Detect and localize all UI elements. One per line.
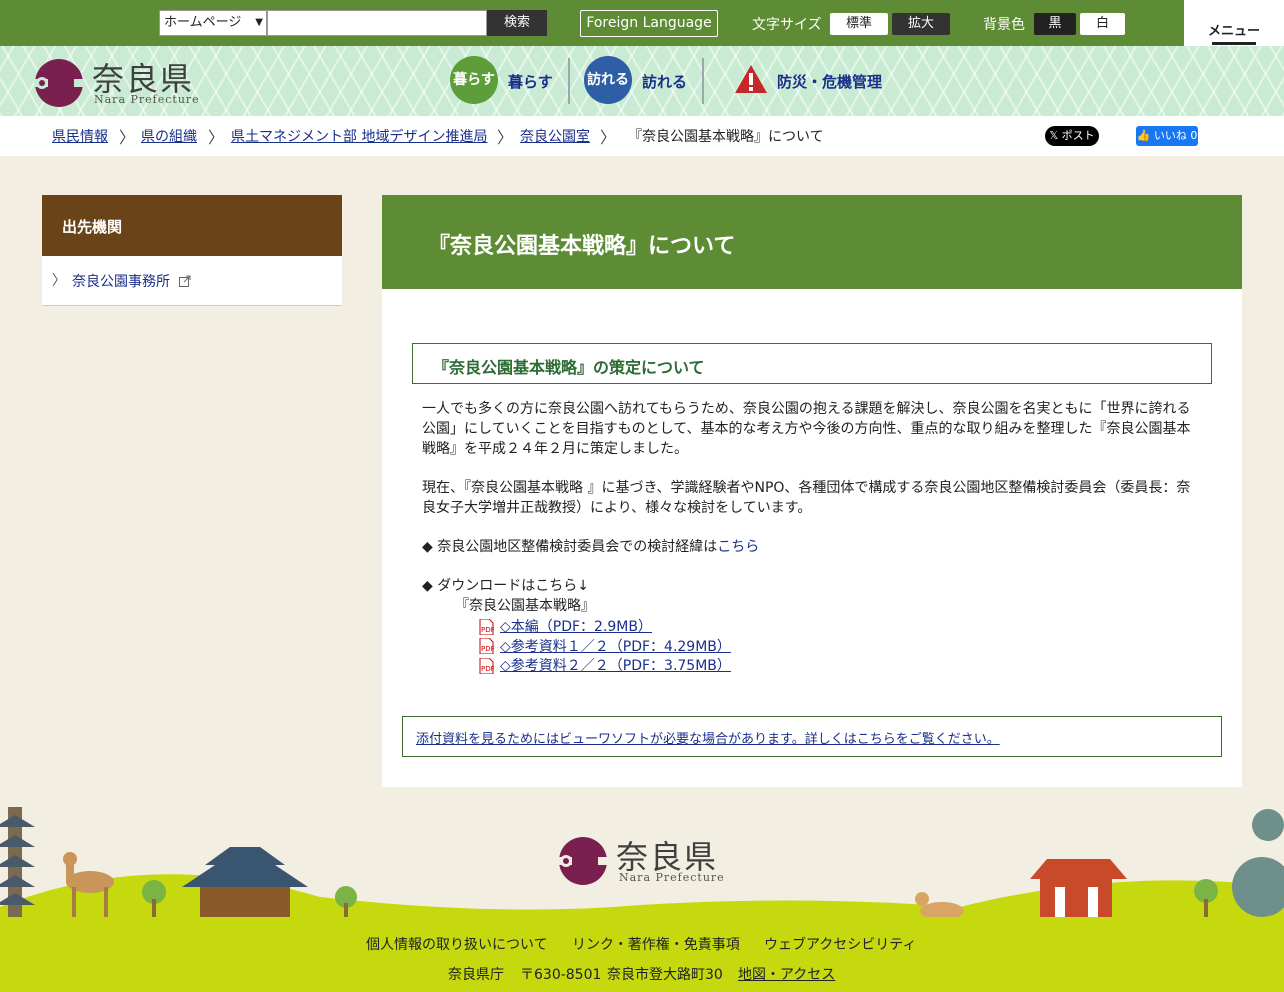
bg-black-button[interactable]: 黒 <box>1034 13 1076 35</box>
footer-address: 奈良市登大路町30 <box>607 967 723 983</box>
pdf-icon: PDF <box>479 658 494 674</box>
footer-map-link[interactable]: 地図・アクセス <box>738 964 835 984</box>
status-paragraph: 現在、『奈良公園基本戦略 』に基づき、学識経験者やNPO、各種団体で構成する奈良… <box>422 480 1191 516</box>
svg-text:PDF: PDF <box>481 626 494 634</box>
download-heading: ◆ ダウンロードはこちら↓ <box>422 578 589 594</box>
x-share-button[interactable]: 𝕏 ポスト <box>1045 126 1099 146</box>
history-link[interactable]: こちら <box>717 539 759 555</box>
download-link-ref2[interactable]: ◇参考資料２／２（PDF：3.75MB） <box>500 655 731 675</box>
nara-logo-icon[interactable] <box>34 58 84 108</box>
breadcrumb-item[interactable]: 奈良公園室 <box>520 126 590 146</box>
temple-icon <box>182 847 308 917</box>
warning-icon[interactable] <box>734 64 768 94</box>
footer-link-privacy[interactable]: 個人情報の取り扱いについて <box>366 934 548 954</box>
breadcrumb-item[interactable]: 県民情報 <box>52 126 108 146</box>
footer-postal-code: 〒630-8501 <box>520 967 602 983</box>
chevron-right-icon: 〉 <box>208 128 225 147</box>
menu-label: メニュー <box>1207 24 1260 39</box>
chevron-down-icon: ▼ <box>255 17 263 28</box>
x-logo-icon: 𝕏 <box>1049 129 1062 142</box>
svg-text:PDF: PDF <box>481 665 494 673</box>
history-line: ◆ 奈良公園地区整備検討委員会での検討経緯はこちら <box>422 537 1202 557</box>
sidebar-item-nara-park-office[interactable]: 〉 奈良公園事務所 <box>42 256 342 306</box>
search-button[interactable]: 検索 <box>487 10 547 36</box>
chevron-right-icon: 〉 <box>52 273 66 289</box>
viewer-notice-link[interactable]: 添付資料を見るためにはビューワソフトが必要な場合があります。詳しくはこちらをご覧… <box>416 732 1000 747</box>
history-text: ◆ 奈良公園地区整備検討委員会での検討経緯は <box>422 539 718 555</box>
select-value: ホームページ <box>164 15 242 30</box>
svg-text:PDF: PDF <box>481 645 494 653</box>
external-link-icon <box>179 275 191 287</box>
footer-logo-subtitle: Nara Prefecture <box>619 871 725 884</box>
font-standard-button[interactable]: 標準 <box>830 13 888 35</box>
download-link-ref1[interactable]: ◇参考資料１／２（PDF：4.29MB） <box>500 636 731 656</box>
nav-divider <box>702 58 704 104</box>
footer-link-accessibility[interactable]: ウェブアクセシビリティ <box>764 934 916 954</box>
foreign-language-button[interactable]: Foreign Language <box>580 10 718 37</box>
viewer-notice-box: 添付資料を見るためにはビューワソフトが必要な場合があります。詳しくはこちらをご覧… <box>402 716 1222 757</box>
deer-icon <box>915 892 964 917</box>
nav-disaster[interactable]: 防災・危機管理 <box>777 71 882 92</box>
chevron-right-icon: 〉 <box>600 128 617 147</box>
living-icon[interactable]: 暮らす <box>450 56 498 104</box>
x-share-label: ポスト <box>1061 129 1095 142</box>
page-title: 『奈良公園基本戦略』について <box>428 234 736 259</box>
nav-living[interactable]: 暮らす <box>508 71 553 92</box>
download-link-main[interactable]: ◇本編（PDF：2.9MB） <box>500 616 652 636</box>
facebook-like-button[interactable]: 👍 いいね 0 <box>1136 126 1198 146</box>
nav-divider <box>568 58 570 104</box>
font-size-label: 文字サイズ <box>752 17 822 33</box>
bg-color-label: 背景色 <box>983 17 1025 33</box>
chevron-right-icon: 〉 <box>497 128 514 147</box>
site-logo-subtitle: Nara Prefecture <box>94 93 200 106</box>
buddha-statue-icon <box>1232 809 1284 917</box>
pdf-icon: PDF <box>479 638 494 654</box>
breadcrumb-current: 『奈良公園基本戦略』について <box>628 129 824 145</box>
pdf-icon: PDF <box>479 619 494 635</box>
search-input[interactable] <box>267 10 487 36</box>
sidebar-item-label: 奈良公園事務所 <box>72 274 170 290</box>
sidebar-heading: 出先機関 <box>42 195 342 256</box>
hamburger-icon <box>1212 42 1256 45</box>
footer-office-name: 奈良県庁 <box>448 967 504 983</box>
thumbs-up-icon: 👍 <box>1136 129 1154 142</box>
bg-white-button[interactable]: 白 <box>1080 13 1125 35</box>
breadcrumb-item[interactable]: 県土マネジメント部 地域デザイン推進局 <box>231 126 487 146</box>
search-scope-select[interactable]: ホームページ ▼ <box>159 10 267 36</box>
breadcrumb-item[interactable]: 県の組織 <box>141 126 197 146</box>
visit-icon[interactable]: 訪れる <box>584 56 632 104</box>
intro-paragraph: 一人でも多くの方に奈良公園へ訪れてもらうため、奈良公園の抱える課題を解決し、奈良… <box>422 401 1191 457</box>
facebook-like-label: いいね 0 <box>1153 129 1198 142</box>
nav-visit[interactable]: 訪れる <box>642 71 687 92</box>
font-large-button[interactable]: 拡大 <box>892 13 950 35</box>
chevron-right-icon: 〉 <box>119 128 136 147</box>
footer-link-copyright[interactable]: リンク・著作権・免責事項 <box>572 934 740 954</box>
download-doc-title: 『奈良公園基本戦略』 <box>455 598 595 614</box>
section-heading: 『奈良公園基本戦略』の策定について <box>412 343 1212 384</box>
footer-logo-icon <box>558 837 608 885</box>
